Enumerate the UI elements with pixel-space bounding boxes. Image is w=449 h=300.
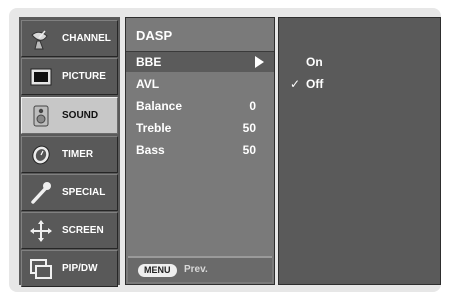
menu-item-label: BBE (136, 55, 162, 69)
menu-item-balance[interactable]: Balance 0 (126, 96, 274, 116)
prev-hint-label: Prev. (184, 264, 208, 275)
sidebar-item-label: SCREEN (62, 225, 104, 236)
menu-item-dasp[interactable]: DASP (126, 18, 274, 52)
sidebar-item-pip-dw[interactable]: PIP/DW (21, 250, 118, 287)
sidebar-item-sound[interactable]: SOUND (21, 97, 118, 134)
sidebar-item-special[interactable]: SPECIAL (21, 174, 118, 211)
menu-item-treble[interactable]: Treble 50 (126, 118, 274, 138)
clock-icon (32, 145, 50, 165)
menu-item-label: AVL (136, 77, 160, 91)
option-label: Off (306, 77, 324, 91)
sidebar-item-picture[interactable]: PICTURE (21, 58, 118, 95)
move-arrows-icon (30, 220, 52, 242)
sidebar-item-label: PICTURE (62, 71, 106, 82)
sidebar-item-label: CHANNEL (62, 33, 111, 44)
menu-item-bbe[interactable]: BBE (126, 52, 274, 72)
menu-title-label: DASP (136, 28, 173, 43)
menu-item-label: Balance (136, 99, 183, 113)
sidebar-item-label: SOUND (62, 110, 99, 121)
menu-item-value: 50 (242, 121, 256, 135)
tv-screen-icon (30, 68, 52, 86)
check-icon: ✓ (290, 77, 301, 91)
bbe-submenu-panel: On ✓ Off (278, 17, 441, 285)
menu-item-value: 50 (242, 143, 256, 157)
sidebar-item-label: SPECIAL (62, 187, 106, 198)
option-on[interactable]: On (279, 52, 439, 72)
menu-button-hint[interactable]: MENU (138, 264, 177, 277)
menu-item-avl[interactable]: AVL (126, 74, 274, 94)
menu-footer: MENU Prev. (128, 256, 272, 282)
sidebar-item-label: PIP/DW (62, 263, 98, 274)
category-sidebar: CHANNEL PICTURE SOUND TIMER SPECIAL SCRE… (19, 17, 120, 287)
option-off[interactable]: ✓ Off (279, 74, 439, 94)
menu-item-value: 0 (249, 99, 256, 113)
sidebar-item-channel[interactable]: CHANNEL (21, 20, 118, 57)
speaker-icon (33, 105, 49, 127)
sidebar-item-label: TIMER (62, 149, 94, 160)
menu-item-bass[interactable]: Bass 50 (126, 140, 274, 160)
wrench-icon (31, 182, 51, 204)
satellite-dish-icon (31, 30, 48, 50)
menu-item-label: Bass (136, 143, 165, 157)
menu-item-label: Treble (136, 121, 172, 135)
pip-window-icon (30, 259, 52, 279)
sidebar-item-screen[interactable]: SCREEN (21, 212, 118, 249)
sound-menu-panel: DASP BBE AVL Balance 0 Treble 50 Bass 50… (125, 17, 275, 285)
submenu-arrow-icon (255, 56, 264, 68)
option-label: On (306, 55, 323, 69)
sidebar-item-timer[interactable]: TIMER (21, 136, 118, 173)
